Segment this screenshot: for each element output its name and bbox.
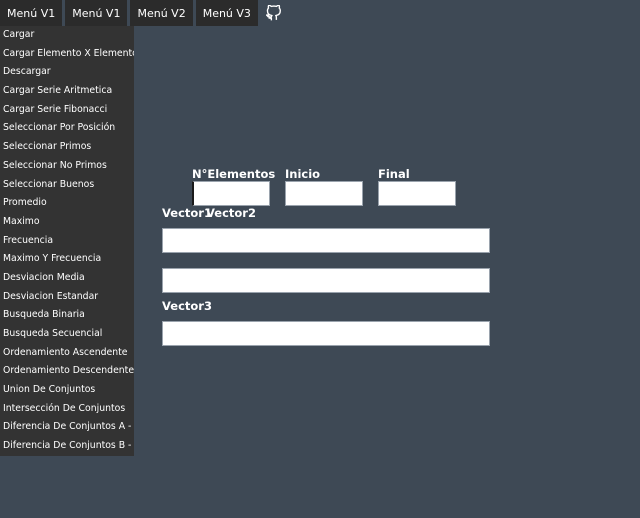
sidebar-item[interactable]: Seleccionar Primos [0,138,134,157]
sidebar-item[interactable]: Seleccionar Por Posición [0,119,134,138]
sidebar-item[interactable]: Ordenamiento Ascendente [0,344,134,363]
final-input[interactable] [378,181,456,206]
tab-menu-v3[interactable]: Menú V3 [195,0,258,26]
vector1-input[interactable] [162,228,490,253]
top-menu-bar: Menú V1 Menú V1 Menú V2 Menú V3 [0,0,287,26]
sidebar-item[interactable]: Desviacion Media [0,269,134,288]
github-icon[interactable] [261,0,287,26]
tab-menu-v2[interactable]: Menú V2 [130,0,193,26]
vector2-input[interactable] [162,268,490,293]
sidebar-item[interactable]: Promedio [0,194,134,213]
sidebar-menu: Cargar Cargar Elemento X Elemento Descarga… [0,26,134,456]
sidebar-item[interactable]: Ordenamiento Descendente [0,362,134,381]
sidebar-item[interactable]: Diferencia De Conjuntos A - B [0,418,134,437]
sidebar-item[interactable]: Diferencia De Conjuntos B - A [0,437,134,456]
tab-menu-v1-second[interactable]: Menú V1 [65,0,128,26]
sidebar-item[interactable]: Cargar Serie Aritmetica [0,82,134,101]
inicio-input[interactable] [285,181,363,206]
sidebar-item[interactable]: Union De Conjuntos [0,381,134,400]
sidebar-item[interactable]: Cargar Elemento X Elemento [0,45,134,64]
sidebar-item[interactable]: Descargar [0,63,134,82]
sidebar-item[interactable]: Maximo [0,213,134,232]
github-icon-svg [266,4,282,20]
sidebar-item[interactable]: Cargar [0,26,134,45]
sidebar-item[interactable]: Frecuencia [0,232,134,251]
sidebar-item[interactable]: Desviacion Estandar [0,288,134,307]
sidebar-item[interactable]: Busqueda Binaria [0,306,134,325]
sidebar-item[interactable]: Cargar Serie Fibonacci [0,101,134,120]
vector1-label: Vector1 [162,206,212,220]
sidebar-item[interactable]: Busqueda Secuencial [0,325,134,344]
vector3-label: Vector3 [162,299,212,313]
n-elementos-input[interactable] [192,181,270,206]
sidebar-item[interactable]: Intersección De Conjuntos [0,400,134,419]
vector2-label: Vector2 [206,206,256,220]
sidebar-item[interactable]: Seleccionar Buenos [0,176,134,195]
final-label: Final [378,167,410,181]
inicio-label: Inicio [285,167,321,181]
sidebar-item[interactable]: Maximo Y Frecuencia [0,250,134,269]
sidebar-item[interactable]: Seleccionar No Primos [0,157,134,176]
n-elementos-label: N°Elementos [192,167,276,181]
vector3-input[interactable] [162,321,490,346]
tab-menu-v1[interactable]: Menú V1 [0,0,63,26]
